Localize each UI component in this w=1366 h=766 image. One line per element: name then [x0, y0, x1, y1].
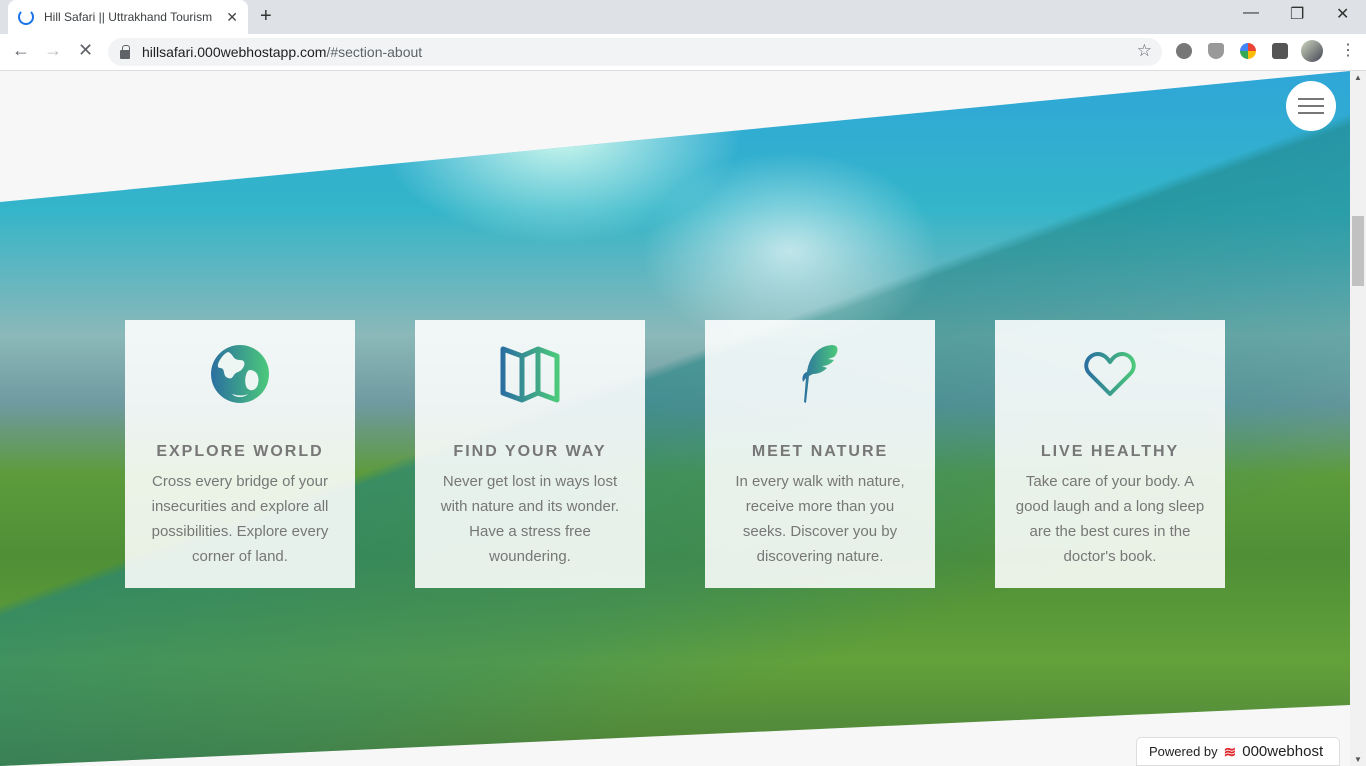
card-title: LIVE HEALTHY	[1040, 443, 1180, 460]
feather-icon	[802, 345, 838, 403]
browser-toolbar: ← → ✕ hillsafari.000webhostapp.com/#sect…	[0, 34, 1366, 71]
minimize-button[interactable]: —	[1243, 4, 1259, 22]
forward-button[interactable]: →	[44, 40, 62, 61]
bug-extension-icon[interactable]	[1176, 43, 1192, 59]
scrollbar-thumb[interactable]	[1352, 216, 1364, 286]
back-button[interactable]: ←	[12, 40, 30, 61]
browser-tab[interactable]: Hill Safari || Uttrakhand Tourism ✕	[8, 0, 248, 34]
brand-name: 000webhost	[1242, 743, 1324, 760]
card-text: In every walk with nature, receive more …	[735, 473, 905, 565]
card-text: Cross every bridge of your insecurities …	[151, 473, 329, 565]
stop-loading-button[interactable]: ✕	[78, 40, 93, 61]
tab-bar: Hill Safari || Uttrakhand Tourism ✕ + — …	[0, 0, 1366, 34]
extensions-puzzle-icon[interactable]	[1272, 43, 1288, 59]
url-path: /#section-about	[326, 44, 423, 60]
google-plus-extension-icon[interactable]	[1240, 43, 1256, 59]
address-bar[interactable]: hillsafari.000webhostapp.com/#section-ab…	[108, 38, 1162, 66]
card-title: MEET NATURE	[751, 443, 889, 460]
map-icon	[500, 346, 560, 403]
globe-icon	[211, 345, 269, 403]
feature-card: MEET NATURE In every walk with nature, r…	[705, 320, 935, 588]
powered-by-badge[interactable]: Powered by ≋ 000webhost	[1136, 737, 1340, 766]
feature-card: FIND YOUR WAY Never get lost in ways los…	[415, 320, 645, 588]
feature-card: EXPLORE WORLD Cross every bridge of your…	[125, 320, 355, 588]
card-title: EXPLORE WORLD	[156, 443, 324, 460]
feature-card: LIVE HEALTHY Take care of your body. A g…	[995, 320, 1225, 588]
heart-icon	[1084, 352, 1136, 396]
browser-menu-icon[interactable]: ⋮	[1340, 40, 1356, 60]
page-scrollbar[interactable]: ▲ ▼	[1350, 71, 1366, 766]
card-text: Take care of your body. A good laugh and…	[1015, 473, 1205, 565]
card-text: Never get lost in ways lost with nature …	[440, 473, 620, 565]
hamburger-menu-button[interactable]	[1286, 81, 1336, 131]
lock-icon	[120, 44, 130, 59]
restore-button[interactable]: ❐	[1290, 4, 1304, 24]
tab-title: Hill Safari || Uttrakhand Tourism	[44, 10, 213, 24]
page-viewport: EXPLORE WORLD Cross every bridge of your…	[0, 71, 1350, 766]
bookmark-star-icon[interactable]: ☆	[1137, 41, 1152, 61]
card-title: FIND YOUR WAY	[453, 443, 607, 460]
url-host: hillsafari.000webhostapp.com	[142, 44, 327, 60]
profile-avatar[interactable]	[1301, 40, 1323, 62]
loading-spinner-icon	[18, 9, 34, 25]
close-window-button[interactable]: ✕	[1336, 4, 1349, 24]
new-tab-button[interactable]: +	[260, 5, 272, 28]
000webhost-logo-icon: ≋	[1223, 743, 1237, 761]
tab-close-icon[interactable]: ✕	[226, 9, 238, 26]
powered-by-label: Powered by	[1149, 744, 1218, 759]
shield-extension-icon[interactable]	[1208, 43, 1224, 59]
